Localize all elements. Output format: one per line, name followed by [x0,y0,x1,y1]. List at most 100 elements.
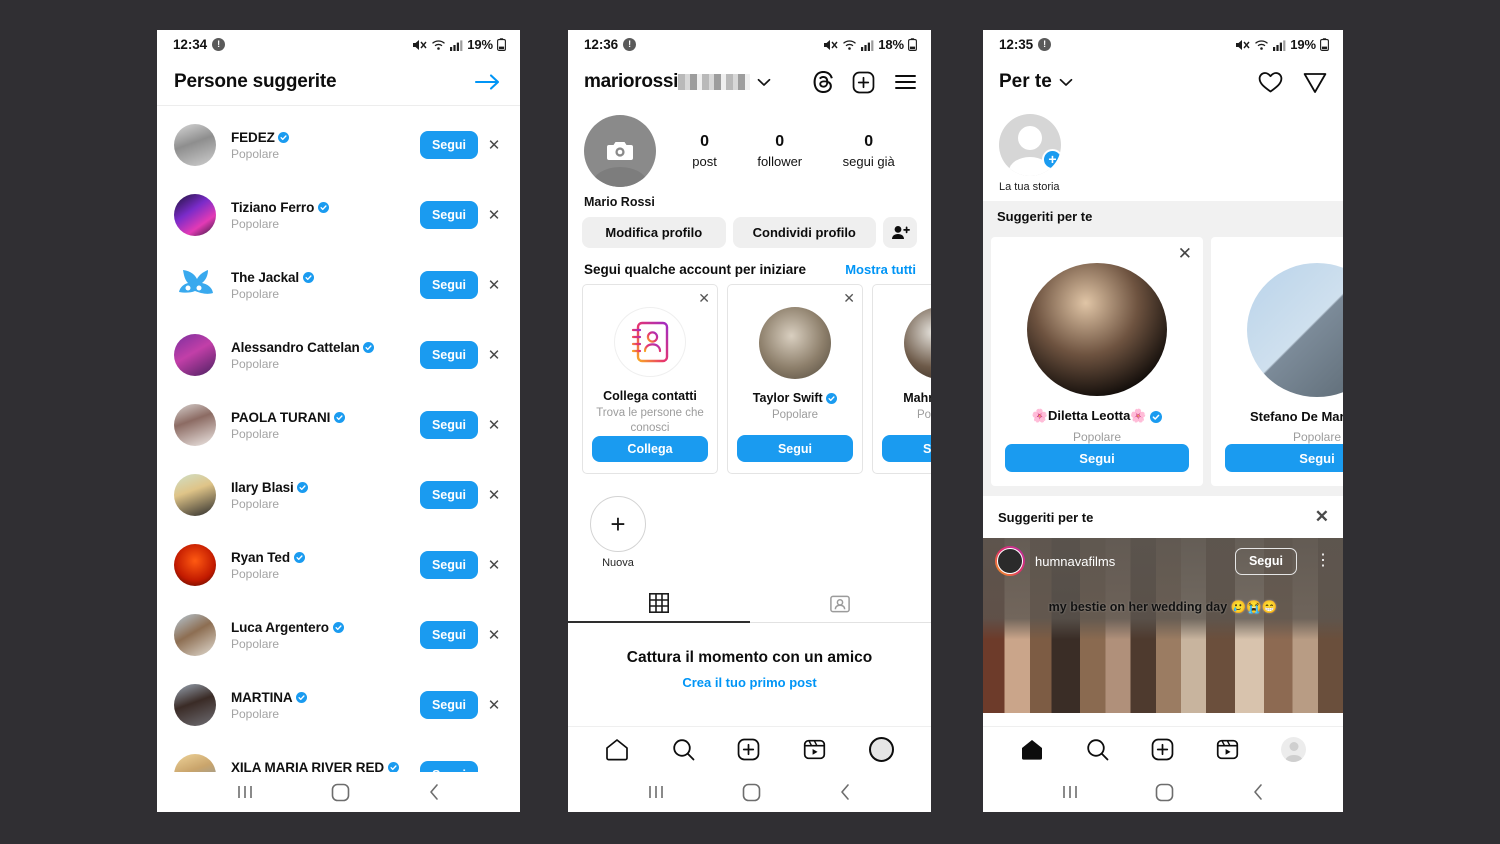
profile-icon[interactable] [1281,737,1306,762]
dismiss-icon[interactable]: ✕ [482,206,506,224]
avatar[interactable] [995,546,1025,576]
reels-icon[interactable] [1216,738,1239,761]
follow-button[interactable]: Segui [420,691,478,719]
follow-button[interactable]: Segui [420,411,478,439]
menu-icon[interactable] [894,73,917,91]
back-icon[interactable] [838,783,852,801]
add-icon[interactable] [852,71,875,94]
share-icon[interactable] [1303,71,1327,94]
back-icon[interactable] [1251,783,1265,801]
arrow-right-icon[interactable] [474,72,502,92]
list-item[interactable]: Ryan Ted Popolare Segui ✕ [157,530,520,600]
home-icon[interactable] [1020,738,1044,761]
follow-button[interactable]: Segui [882,435,931,462]
dismiss-icon[interactable]: ✕ [482,696,506,714]
stat-followers[interactable]: 0 follower [757,133,802,169]
follow-button[interactable]: Segui [1225,444,1343,472]
threads-icon[interactable] [812,71,833,93]
more-vertical-icon[interactable]: ⋮ [1315,553,1331,569]
search-icon[interactable] [1086,738,1109,761]
avatar[interactable] [1247,263,1343,398]
follow-button[interactable]: Segui [1005,444,1189,472]
close-icon[interactable]: ✕ [1315,507,1329,527]
add-story-icon[interactable]: + [1042,149,1061,170]
home-icon[interactable] [605,738,629,761]
recents-icon[interactable] [647,784,665,800]
dismiss-icon[interactable]: ✕ [482,416,506,434]
user-name-text: PAOLA TURANI [231,409,331,425]
list-item[interactable]: Tiziano Ferro Popolare Segui ✕ [157,180,520,250]
avatar[interactable] [1027,263,1167,397]
back-icon[interactable] [427,783,441,801]
chevron-down-icon[interactable] [1059,78,1073,87]
dismiss-icon[interactable]: ✕ [482,486,506,504]
list-item[interactable]: Alessandro Cattelan Popolare Segui ✕ [157,320,520,390]
avatar[interactable] [174,194,216,236]
home-icon[interactable] [1155,783,1174,802]
show-all-link[interactable]: Mostra tutti [845,262,916,277]
avatar[interactable] [174,404,216,446]
share-profile-button[interactable]: Condividi profilo [732,217,876,248]
avatar[interactable] [174,474,216,516]
dismiss-icon[interactable]: ✕ [843,290,855,307]
list-item[interactable]: Ilary Blasi Popolare Segui ✕ [157,460,520,530]
dismiss-icon[interactable]: ✕ [1178,244,1192,264]
stat-following[interactable]: 0 segui già [843,133,895,169]
follow-button[interactable]: Segui [420,131,478,159]
list-item[interactable]: PAOLA TURANI Popolare Segui ✕ [157,390,520,460]
list-item[interactable]: The Jackal Popolare Segui ✕ [157,250,520,320]
follow-button[interactable]: Segui [1235,547,1297,575]
dismiss-icon[interactable]: ✕ [482,556,506,574]
avatar[interactable] [174,124,216,166]
list-item[interactable]: MARTINA Popolare Segui ✕ [157,670,520,740]
dismiss-icon[interactable]: ✕ [482,136,506,154]
dismiss-icon[interactable]: ✕ [482,626,506,644]
avatar[interactable] [904,307,931,379]
heart-icon[interactable] [1258,71,1283,94]
follow-button[interactable]: Segui [420,481,478,509]
avatar[interactable] [584,115,656,187]
tab-tagged[interactable] [749,585,931,623]
avatar[interactable] [759,307,831,379]
list-item[interactable]: Luca Argentero Popolare Segui ✕ [157,600,520,670]
avatar[interactable] [174,684,216,726]
connect-button[interactable]: Collega [592,435,708,462]
post-username[interactable]: humnavafilms [1035,554,1115,569]
follow-button[interactable]: Segui [420,621,478,649]
reels-icon[interactable] [803,738,826,761]
tab-grid[interactable] [568,585,750,623]
avatar[interactable] [174,334,216,376]
recents-icon[interactable] [1061,784,1079,800]
dismiss-icon[interactable]: ✕ [482,346,506,364]
follow-button[interactable]: Segui [737,435,853,462]
dismiss-icon[interactable]: ✕ [482,276,506,294]
search-icon[interactable] [672,738,695,761]
follow-button[interactable]: Segui [420,271,478,299]
avatar[interactable]: + [999,114,1061,176]
chevron-down-icon[interactable] [757,78,771,87]
avatar[interactable] [174,614,216,656]
feed-title[interactable]: Per te [999,71,1052,93]
home-icon[interactable] [331,783,350,802]
avatar[interactable] [174,264,216,306]
profile-username[interactable]: mariorossi [584,71,678,93]
verified-badge-icon [297,482,309,494]
add-icon[interactable] [1151,738,1174,761]
profile-icon[interactable] [868,737,894,762]
your-story[interactable]: + La tua storia [983,105,1343,201]
add-person-button[interactable] [883,217,917,248]
new-story-button[interactable]: + [590,496,646,552]
recents-icon[interactable] [236,784,254,800]
follow-button[interactable]: Segui [420,201,478,229]
avatar[interactable] [174,544,216,586]
create-first-post-link[interactable]: Crea il tuo primo post [568,675,931,690]
list-item[interactable]: FEDEZ Popolare Segui ✕ [157,110,520,180]
add-icon[interactable] [737,738,760,761]
follow-button[interactable]: Segui [420,341,478,369]
edit-profile-button[interactable]: Modifica profilo [582,217,726,248]
stat-label: follower [757,154,803,169]
follow-button[interactable]: Segui [420,551,478,579]
home-icon[interactable] [742,783,761,802]
dismiss-icon[interactable]: ✕ [698,290,710,307]
stat-post[interactable]: 0 post [692,133,717,169]
